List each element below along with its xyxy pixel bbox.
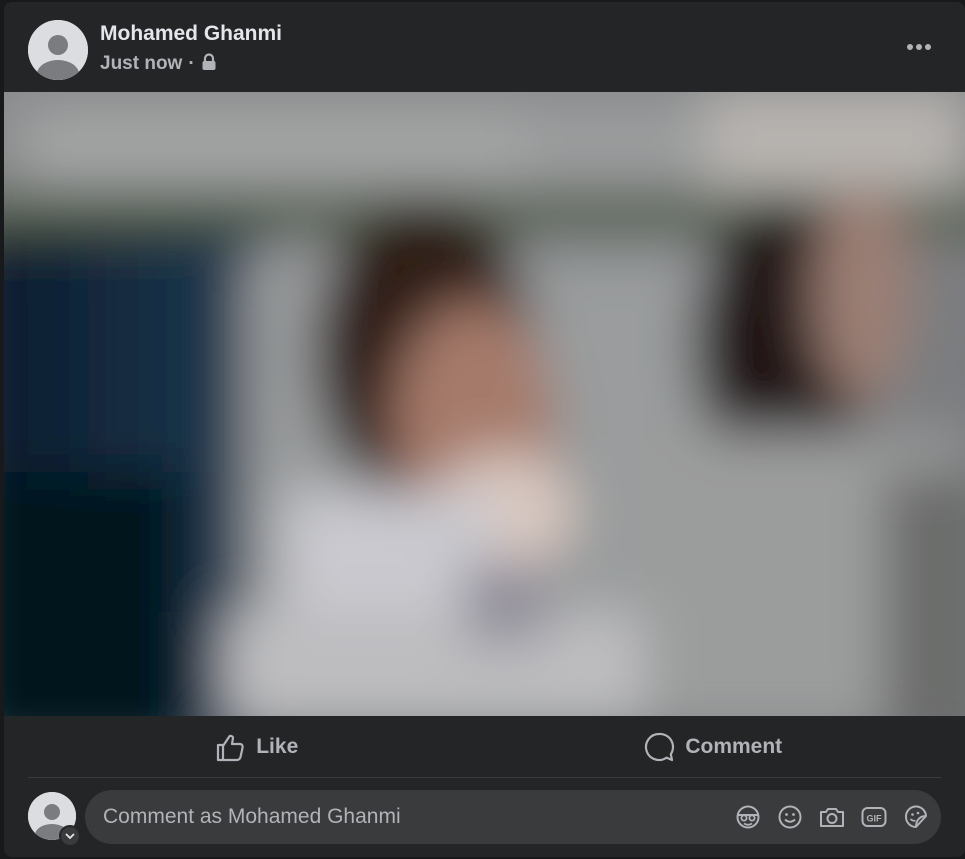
speech-bubble-icon — [645, 732, 675, 761]
default-profile-icon — [28, 20, 88, 80]
photo-button[interactable] — [817, 803, 847, 831]
gif-icon: GIF — [861, 807, 887, 827]
sticker-button[interactable] — [901, 803, 931, 831]
gif-button[interactable]: GIF — [859, 803, 889, 831]
avatar-sticker-icon — [736, 805, 760, 829]
post-actions: Like Comment — [28, 716, 941, 778]
author-name[interactable]: Mohamed Ghanmi — [100, 22, 282, 46]
chevron-down-icon — [65, 833, 75, 840]
camera-icon — [820, 808, 844, 827]
comment-label: Comment — [685, 734, 783, 758]
comment-box: GIF — [85, 790, 941, 844]
avatar-sticker-button[interactable] — [733, 803, 763, 831]
post-image[interactable] — [4, 92, 965, 716]
post-header: Mohamed Ghanmi Just now · — [4, 2, 965, 92]
more-horizontal-icon — [907, 44, 931, 50]
post-timestamp[interactable]: Just now — [100, 53, 182, 75]
lock-icon[interactable] — [201, 53, 217, 71]
comment-input[interactable] — [103, 790, 703, 844]
svg-text:GIF: GIF — [867, 814, 883, 824]
like-label: Like — [256, 734, 299, 758]
emoji-button[interactable] — [775, 803, 805, 831]
comment-button[interactable]: Comment — [485, 716, 942, 777]
emoji-icon — [778, 805, 802, 829]
meta-separator: · — [188, 53, 195, 74]
account-switch-button[interactable] — [59, 825, 81, 847]
like-button[interactable]: Like — [28, 716, 485, 777]
author-avatar[interactable] — [28, 20, 88, 80]
post-meta: Just now · — [100, 53, 217, 75]
comment-composer: GIF — [28, 790, 941, 847]
sticker-icon — [904, 805, 927, 828]
blurred-photo — [4, 92, 965, 716]
more-options-button[interactable] — [901, 32, 937, 62]
post-card: Mohamed Ghanmi Just now · Like Comment C… — [4, 2, 965, 857]
thumbs-up-icon — [217, 734, 244, 761]
comment-tools: GIF — [733, 803, 931, 831]
